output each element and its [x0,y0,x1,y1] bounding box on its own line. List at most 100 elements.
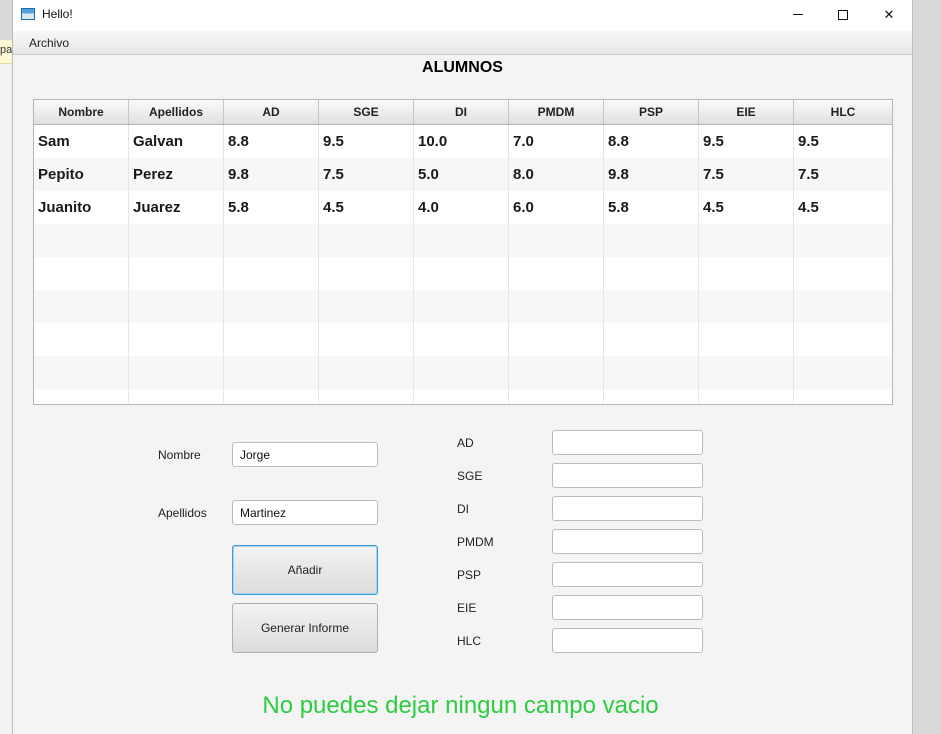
table-cell [34,356,129,389]
table-row[interactable] [34,257,892,290]
table-row[interactable] [34,290,892,323]
maximize-button[interactable] [820,0,866,29]
table-row[interactable] [34,389,892,404]
table-cell [509,389,604,404]
table-cell [509,323,604,356]
table-cell [34,389,129,404]
table-cell [224,356,319,389]
table-row[interactable]: Juanito Juarez 5.8 4.5 4.0 6.0 5.8 4.5 4.5 [34,191,892,224]
table-cell [794,356,892,389]
table-row[interactable] [34,356,892,389]
table-cell: 4.5 [798,199,819,216]
minimize-button[interactable] [775,0,821,29]
table-cell [129,356,224,389]
table-cell: 9.5 [798,133,819,150]
table-row[interactable] [34,323,892,356]
table-cell [414,323,509,356]
di-field[interactable] [552,496,703,521]
column-header-sge[interactable]: SGE [319,100,414,124]
table-cell: 9.8 [604,158,699,191]
table-cell: 6.0 [509,191,604,224]
hlc-label: HLC [457,634,482,648]
table-cell: Juarez [129,191,224,224]
column-header-eie[interactable]: EIE [699,100,794,124]
table-cell [414,389,509,404]
table-cell [794,257,892,290]
sge-field[interactable] [552,463,703,488]
table-cell [794,389,892,404]
table-cell [604,290,699,323]
table-cell: 8.0 [509,158,604,191]
table-cell [699,356,794,389]
window-title: Hello! [42,7,73,21]
table-cell [414,224,509,257]
close-icon: ✕ [883,6,895,22]
sge-label: SGE [457,469,483,483]
table-cell [129,323,224,356]
column-header-apellidos[interactable]: Apellidos [129,100,224,124]
table-row[interactable]: Sam Galvan 8.8 9.5 10.0 7.0 8.8 9.5 9.5 [34,125,892,158]
maximize-icon [838,9,848,20]
table-cell [319,323,414,356]
table-cell: 4.5 [699,191,794,224]
table-cell: 4.5 [319,191,414,224]
title-bar[interactable]: Hello! ✕ [13,0,912,31]
table-cell [129,389,224,404]
table-cell [224,389,319,404]
table-cell [224,323,319,356]
table-cell [319,389,414,404]
table-cell [224,290,319,323]
table-cell: 7.5 [319,158,414,191]
students-table[interactable]: Nombre Apellidos AD SGE DI PMDM PSP EIE … [33,99,893,405]
table-cell: 9.8 [224,158,319,191]
table-cell [319,356,414,389]
nombre-field[interactable] [232,442,378,467]
background-text-fragment: pa [0,44,13,56]
psp-field[interactable] [552,562,703,587]
table-cell [604,356,699,389]
table-row[interactable]: Pepito Perez 9.8 7.5 5.0 8.0 9.8 7.5 7.5 [34,158,892,191]
table-cell [414,356,509,389]
table-cell [224,224,319,257]
table-cell: 4.0 [414,191,509,224]
page-title: ALUMNOS [422,59,503,76]
table-cell: 5.8 [604,191,699,224]
column-header-psp[interactable]: PSP [604,100,699,124]
hlc-field[interactable] [552,628,703,653]
menu-bar: Archivo [13,31,912,55]
table-cell: 10.0 [414,125,509,158]
table-cell [604,224,699,257]
table-cell [319,224,414,257]
table-cell [794,290,892,323]
generate-report-button[interactable]: Generar Informe [232,603,378,653]
table-cell: 7.5 [699,158,794,191]
pmdm-field[interactable] [552,529,703,554]
table-cell: 5.8 [224,191,319,224]
close-button[interactable]: ✕ [866,0,912,29]
table-row[interactable] [34,224,892,257]
table-cell: 9.5 [319,125,414,158]
table-cell [414,290,509,323]
column-header-pmdm[interactable]: PMDM [509,100,604,124]
table-cell [699,257,794,290]
ad-label: AD [457,436,474,450]
column-header-hlc[interactable]: HLC [794,100,892,124]
ad-field[interactable] [552,430,703,455]
table-cell [794,224,892,257]
eie-field[interactable] [552,595,703,620]
table-body: Sam Galvan 8.8 9.5 10.0 7.0 8.8 9.5 9.5 Pepito Per… [34,125,892,404]
apellidos-field[interactable] [232,500,378,525]
validation-message: No puedes dejar ningun campo vacio [262,692,659,719]
table-cell: 8.8 [224,125,319,158]
menu-archivo[interactable]: Archivo [29,36,69,50]
column-header-di[interactable]: DI [414,100,509,124]
table-cell: Sam [34,125,129,158]
table-cell [699,224,794,257]
table-cell [319,257,414,290]
table-cell [699,323,794,356]
column-header-ad[interactable]: AD [224,100,319,124]
di-label: DI [457,502,469,516]
table-cell [794,323,892,356]
add-button[interactable]: Añadir [232,545,378,595]
column-header-nombre[interactable]: Nombre [34,100,129,124]
